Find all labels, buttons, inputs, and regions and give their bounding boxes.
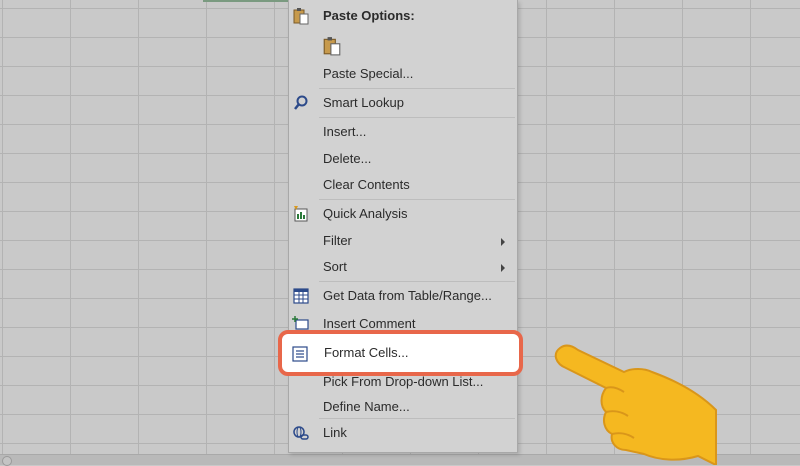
pointing-hand-icon	[554, 344, 717, 465]
clear-contents-label: Clear Contents	[323, 177, 410, 192]
paste-clipboard-icon[interactable]	[322, 36, 342, 56]
submenu-arrow-icon	[501, 238, 505, 246]
get-data-label: Get Data from Table/Range...	[323, 288, 492, 303]
paste-options-label: Paste Options:	[323, 8, 415, 23]
menu-item-delete[interactable]: Delete...	[289, 146, 517, 172]
menu-item-smart-lookup[interactable]: Smart Lookup	[289, 90, 517, 116]
insert-label: Insert...	[323, 124, 367, 139]
submenu-arrow-icon	[501, 264, 505, 272]
clipboard-icon	[293, 8, 309, 25]
menu-item-insert[interactable]: Insert...	[289, 119, 517, 145]
smart-lookup-label: Smart Lookup	[323, 95, 404, 110]
menu-item-define-name[interactable]: Define Name...	[289, 394, 517, 420]
menu-item-clear-contents[interactable]: Clear Contents	[289, 172, 517, 198]
menu-item-sort[interactable]: Sort	[289, 254, 517, 280]
quick-analysis-label: Quick Analysis	[323, 206, 408, 221]
paste-button[interactable]	[289, 31, 517, 59]
link-icon	[293, 426, 309, 440]
paste-special-label: Paste Special...	[323, 66, 414, 81]
link-label: Link	[323, 425, 347, 440]
menu-item-format-cells[interactable]: Format Cells...	[278, 330, 523, 376]
menu-item-filter[interactable]: Filter	[289, 228, 517, 254]
menu-item-get-data[interactable]: Get Data from Table/Range...	[289, 283, 517, 309]
paste-options-header: Paste Options:	[289, 3, 517, 29]
menu-divider	[319, 88, 515, 89]
selected-cell-border	[203, 0, 289, 2]
menu-divider	[319, 281, 515, 282]
format-cells-icon	[292, 346, 308, 362]
menu-item-quick-analysis[interactable]: Quick Analysis	[289, 201, 517, 227]
sort-label: Sort	[323, 259, 347, 274]
filter-label: Filter	[323, 233, 352, 248]
menu-divider	[319, 418, 515, 419]
menu-item-link[interactable]: Link	[289, 420, 517, 446]
table-icon	[293, 288, 309, 304]
menu-divider	[319, 199, 515, 200]
context-menu: Paste Options: Paste Special... Smart Lo…	[288, 0, 518, 453]
define-name-label: Define Name...	[323, 399, 410, 414]
format-cells-label: Format Cells...	[324, 345, 409, 360]
delete-label: Delete...	[323, 151, 372, 166]
menu-item-paste-special[interactable]: Paste Special...	[289, 61, 517, 87]
quick-analysis-icon	[294, 206, 308, 222]
magnifier-icon	[294, 95, 308, 110]
menu-divider	[319, 117, 515, 118]
